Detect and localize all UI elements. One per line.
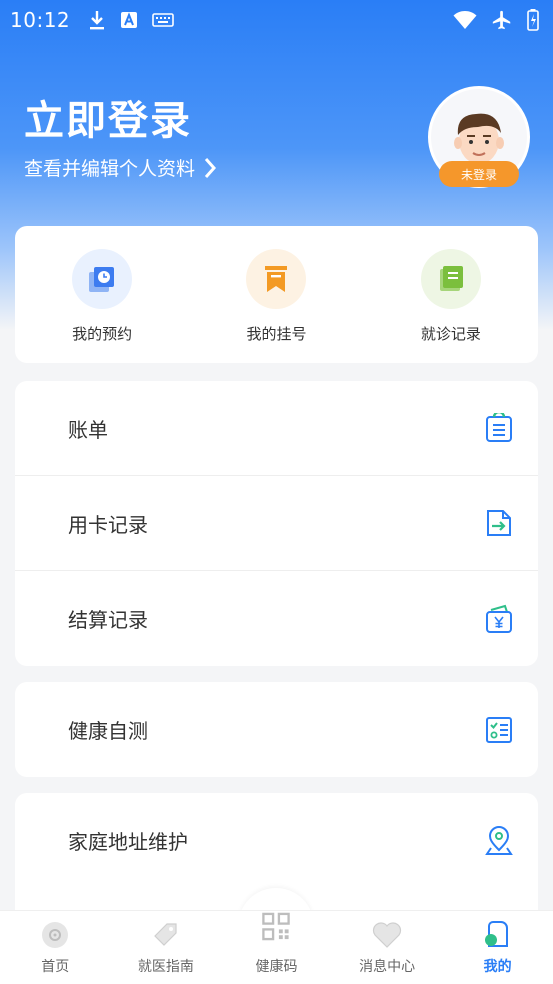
quick-label: 就诊记录 [420, 325, 481, 343]
tab-label: 消息中心 [359, 959, 416, 975]
download-icon [90, 11, 105, 30]
tab-health-code[interactable]: 健康码 [221, 911, 332, 984]
menu-item-home-address[interactable]: 家庭地址维护 [15, 793, 538, 888]
quick-label: 我的预约 [72, 325, 133, 343]
home-disc-icon [42, 922, 69, 948]
keyboard-icon [152, 13, 174, 27]
calendar-clock-icon [72, 249, 133, 309]
login-status-badge: 未登录 [439, 161, 519, 187]
edit-profile-label: 查看并编辑个人资料 [24, 158, 196, 180]
quick-my-appointments[interactable]: 我的预约 [15, 226, 189, 363]
quick-actions-card: 我的预约 我的挂号 就诊记录 [15, 226, 538, 363]
chevron-right-icon [204, 157, 217, 178]
menu-label: 家庭地址维护 [68, 830, 188, 854]
menu-item-health-test[interactable]: 健康自测 [15, 682, 538, 777]
avatar[interactable]: 未登录 [428, 86, 530, 188]
login-title[interactable]: 立即登录 [24, 88, 217, 146]
wallet-yen-icon [484, 603, 514, 635]
bottom-tab-bar: 首页 就医指南 健康码 消息中心 我的 [0, 910, 553, 984]
clipboard-icon [484, 412, 514, 444]
location-pin-icon [484, 825, 514, 857]
battery-icon [527, 9, 539, 31]
menu-label: 用卡记录 [68, 512, 148, 537]
status-time: 10:12 [10, 8, 71, 32]
wifi-icon [453, 11, 477, 29]
tab-messages[interactable]: 消息中心 [332, 911, 443, 984]
menu-label: 健康自测 [68, 719, 148, 743]
menu-label: 结算记录 [68, 608, 148, 632]
ticket-icon [246, 249, 307, 309]
menu-group-billing: 账单 用卡记录 结算记录 [15, 381, 538, 666]
airplane-icon [492, 10, 511, 30]
menu-item-settlement[interactable]: 结算记录 [15, 571, 538, 666]
tab-mine[interactable]: 我的 [442, 911, 553, 984]
tab-home[interactable]: 首页 [0, 911, 111, 984]
qr-code-icon [262, 912, 291, 941]
quick-visit-records[interactable]: 就诊记录 [364, 226, 538, 363]
notebook-icon [420, 249, 481, 309]
tab-label: 我的 [483, 959, 512, 975]
tag-icon [154, 923, 177, 946]
quick-my-registrations[interactable]: 我的挂号 [189, 226, 363, 363]
menu-item-bill[interactable]: 账单 [15, 381, 538, 476]
card-transfer-icon [484, 507, 514, 539]
menu-label: 账单 [68, 417, 108, 442]
font-a-icon [121, 12, 138, 28]
login-block[interactable]: 立即登录 查看并编辑个人资料 [24, 88, 217, 181]
menu-item-card-usage[interactable]: 用卡记录 [15, 476, 538, 571]
tab-guide[interactable]: 就医指南 [111, 911, 222, 984]
tab-label: 首页 [41, 959, 70, 975]
menu-group-health: 健康自测 [15, 682, 538, 777]
tab-label: 就医指南 [137, 959, 194, 975]
quick-label: 我的挂号 [246, 325, 307, 343]
heart-icon [372, 922, 402, 948]
tab-label: 健康码 [255, 959, 298, 975]
status-bar: 10:12 [0, 0, 553, 40]
edit-profile-link[interactable]: 查看并编辑个人资料 [24, 154, 217, 181]
user-card-icon [484, 921, 508, 947]
checklist-icon [484, 714, 514, 746]
